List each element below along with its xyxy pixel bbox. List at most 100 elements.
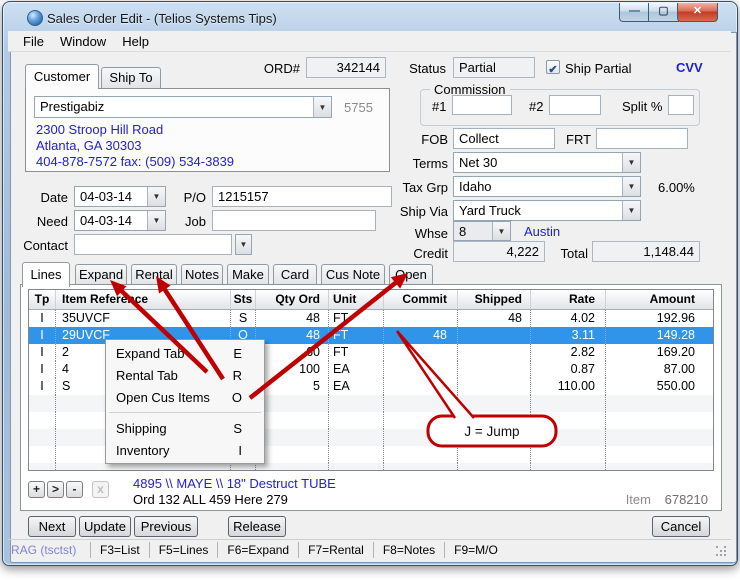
col-header-unit[interactable]: Unit xyxy=(329,290,384,309)
frt-field[interactable] xyxy=(596,128,688,149)
tab-expand[interactable]: Expand xyxy=(75,264,127,284)
ship-partial-label: Ship Partial xyxy=(565,61,631,76)
col-header-tp[interactable]: Tp xyxy=(29,290,56,309)
col-header-sts[interactable]: Sts xyxy=(231,290,256,309)
cvv-link[interactable]: CVV xyxy=(676,60,703,75)
cell-qty: 60 xyxy=(256,344,329,361)
customer-address-line1: 2300 Stroop Hill Road xyxy=(36,122,163,137)
remove-line-button[interactable]: - xyxy=(66,481,83,498)
maximize-button[interactable]: ▢ xyxy=(648,3,679,22)
menu-item-open-cus-items[interactable]: Open Cus Items O xyxy=(106,386,264,408)
cell-shipped xyxy=(458,327,531,344)
chevron-down-icon[interactable]: ▼ xyxy=(147,187,165,206)
total-label: Total xyxy=(548,246,588,261)
cell-rate: 2.82 xyxy=(531,344,606,361)
status-key-f3: F3=List xyxy=(91,542,150,558)
col-header-amount[interactable]: Amount xyxy=(606,290,713,309)
col-header-qty-ord[interactable]: Qty Ord xyxy=(256,290,329,309)
empty-row xyxy=(29,463,713,471)
add-line-button[interactable]: + xyxy=(28,481,45,498)
cell-unit: FT xyxy=(329,344,384,361)
cell-shipped xyxy=(458,378,531,395)
menu-item-rental-tab[interactable]: Rental Tab R xyxy=(106,364,264,386)
tab-open[interactable]: Open xyxy=(389,264,433,284)
cell-amount: 192.96 xyxy=(606,310,713,327)
cell-tp: I xyxy=(29,344,56,361)
job-field[interactable] xyxy=(212,210,376,231)
tab-notes[interactable]: Notes xyxy=(181,264,223,284)
cell-tp: I xyxy=(29,361,56,378)
chevron-down-icon[interactable]: ▼ xyxy=(622,201,640,220)
cell-unit: EA xyxy=(329,361,384,378)
app-icon xyxy=(27,10,43,26)
minimize-button[interactable]: — xyxy=(619,3,650,22)
tab-card[interactable]: Card xyxy=(273,264,317,284)
chevron-down-icon[interactable]: ▼ xyxy=(622,177,640,196)
tab-make[interactable]: Make xyxy=(227,264,269,284)
cell-shipped xyxy=(458,361,531,378)
item-number-line: Item 678210 xyxy=(520,492,708,507)
col-header-rate[interactable]: Rate xyxy=(531,290,606,309)
terms-select[interactable]: Net 30 ▼ xyxy=(453,152,641,173)
taxgrp-select[interactable]: Idaho ▼ xyxy=(453,176,641,197)
tab-lines[interactable]: Lines xyxy=(22,262,70,287)
menu-item-inventory[interactable]: Inventory I xyxy=(106,439,264,461)
col-header-shipped[interactable]: Shipped xyxy=(458,290,531,309)
menu-file[interactable]: File xyxy=(15,34,52,49)
date-select[interactable]: 04-03-14 ▼ xyxy=(74,186,166,207)
contact-field[interactable] xyxy=(74,234,232,255)
split-field[interactable] xyxy=(668,95,694,115)
tab-rental[interactable]: Rental xyxy=(131,264,177,284)
close-button[interactable]: ✕ xyxy=(677,3,718,22)
cell-shipped: 48 xyxy=(458,310,531,327)
menu-item-shipping[interactable]: Shipping S xyxy=(106,417,264,439)
status-key-f8: F8=Notes xyxy=(374,542,445,558)
screenshot-root: { "window": { "title": "Sales Order Edit… xyxy=(0,0,740,580)
tab-ship-to[interactable]: Ship To xyxy=(101,67,161,88)
previous-button[interactable]: Previous xyxy=(134,516,198,537)
customer-select[interactable]: Prestigabiz ▼ xyxy=(34,96,332,118)
ord-label: ORD# xyxy=(250,61,300,76)
taxgrp-label: Tax Grp xyxy=(398,180,448,195)
ship-partial-checkbox[interactable]: ✔ xyxy=(546,60,560,74)
next-line-button[interactable]: > xyxy=(47,481,64,498)
shipvia-label: Ship Via xyxy=(396,204,448,219)
menu-item-shortcut: S xyxy=(233,421,242,436)
need-select[interactable]: 04-03-14 ▼ xyxy=(74,210,166,231)
status-key-f9: F9=M/O xyxy=(445,542,507,558)
release-button[interactable]: Release xyxy=(228,516,286,537)
commission-1-label: #1 xyxy=(432,99,446,114)
update-button[interactable]: Update xyxy=(79,516,131,537)
contact-dropdown-button[interactable]: ▼ xyxy=(235,234,252,255)
menu-window[interactable]: Window xyxy=(52,34,114,49)
col-header-item-reference[interactable]: Item Reference xyxy=(56,290,231,309)
chevron-down-icon[interactable]: ▼ xyxy=(492,222,510,240)
whse-select[interactable]: 8 ▼ xyxy=(453,221,511,241)
close-icon: ✕ xyxy=(693,5,702,17)
table-row[interactable]: I 35UVCF S 48 FT 48 4.02 192.96 xyxy=(29,310,713,327)
tab-customer[interactable]: Customer xyxy=(25,64,99,89)
next-button[interactable]: Next xyxy=(28,516,76,537)
chevron-down-icon[interactable]: ▼ xyxy=(622,153,640,172)
chevron-down-icon[interactable]: ▼ xyxy=(147,211,165,230)
po-field[interactable]: 1215157 xyxy=(212,186,392,207)
shipvia-select[interactable]: Yard Truck ▼ xyxy=(453,200,641,221)
resize-grip[interactable] xyxy=(716,546,728,558)
cancel-button[interactable]: Cancel xyxy=(652,516,710,537)
cell-commit xyxy=(384,344,458,361)
terms-label: Terms xyxy=(405,156,448,171)
menu-item-shortcut: R xyxy=(233,368,242,383)
menu-help[interactable]: Help xyxy=(114,34,157,49)
status-key-f6: F6=Expand xyxy=(218,542,299,558)
check-icon: ✔ xyxy=(548,64,557,76)
status-key-f7: F7=Rental xyxy=(299,542,374,558)
tax-rate: 6.00% xyxy=(658,180,695,195)
menu-item-expand-tab[interactable]: Expand Tab E xyxy=(106,342,264,364)
commission-1-field[interactable] xyxy=(452,95,512,115)
tab-cus-note[interactable]: Cus Note xyxy=(321,264,385,284)
chevron-down-icon[interactable]: ▼ xyxy=(313,97,331,117)
fob-field[interactable]: Collect xyxy=(453,128,555,149)
col-header-commit[interactable]: Commit xyxy=(384,290,458,309)
commission-2-field[interactable] xyxy=(549,95,601,115)
cell-qty: 48 xyxy=(256,327,329,344)
